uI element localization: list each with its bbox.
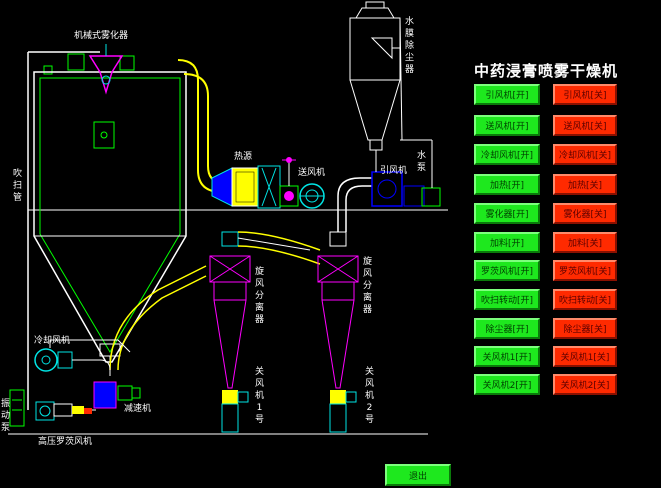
- heat-source: [211, 165, 281, 209]
- dust-removal-on-button[interactable]: 除尘器[开]: [474, 318, 540, 339]
- air-lock-2-off-button[interactable]: 关风机2[关]: [553, 374, 617, 395]
- label-water-film-dust-collector: 水膜除尘器: [404, 17, 414, 75]
- sweep-pipe-fitting: [43, 65, 53, 75]
- vibration-pump: [9, 389, 25, 427]
- supply-fan-off-button[interactable]: 送风机[关]: [553, 115, 617, 136]
- heating-on-button[interactable]: 加热[开]: [474, 174, 540, 195]
- induced-fan-off-button[interactable]: 引风机[关]: [553, 84, 617, 105]
- atomizer-off-button[interactable]: 雾化器[关]: [553, 203, 617, 224]
- air-lock-2-on-button[interactable]: 关风机2[开]: [474, 374, 540, 395]
- label-vibration-pump: 振动泵: [0, 399, 10, 433]
- label-reducer: 减速机: [124, 404, 152, 414]
- roots-blower-off-button[interactable]: 罗茨风机[关]: [553, 260, 617, 281]
- roots-blower-on-button[interactable]: 罗茨风机[开]: [474, 260, 540, 281]
- label-atomizer: 机械式雾化器: [74, 31, 129, 41]
- air-lock-2: [329, 390, 357, 433]
- dust-removal-off-button[interactable]: 除尘器[关]: [553, 318, 617, 339]
- cooling-fan-off-button[interactable]: 冷却风机[关]: [553, 144, 617, 165]
- supply-fan-on-button[interactable]: 送风机[开]: [474, 115, 540, 136]
- label-supply-fan: 送风机: [298, 168, 326, 178]
- induced-fan-on-button[interactable]: 引风机[开]: [474, 84, 540, 105]
- label-cooling-fan: 冷却风机: [34, 336, 71, 346]
- label-roots-blower: 高压罗茨风机: [38, 437, 93, 447]
- label-induced-fan: 引风机: [380, 166, 408, 176]
- atomizer: [67, 44, 135, 95]
- label-air-lock-2: 关风机2号: [364, 367, 374, 425]
- feeding-off-button[interactable]: 加料[关]: [553, 232, 617, 253]
- heating-off-button[interactable]: 加热[关]: [553, 174, 617, 195]
- feeding-on-button[interactable]: 加料[开]: [474, 232, 540, 253]
- water-film-dust-collector: [349, 1, 403, 141]
- label-water-pump: 水泵: [416, 151, 426, 173]
- exit-button[interactable]: 退出: [385, 464, 451, 486]
- label-air-lock-1: 关风机1号: [254, 367, 264, 425]
- roots-blower: [35, 401, 96, 421]
- sweep-rotation-off-button[interactable]: 吹扫转动[关]: [553, 289, 617, 310]
- cyclone-separator-1: [209, 231, 321, 389]
- air-lock-1: [221, 390, 249, 433]
- sweep-pipe: [27, 51, 100, 410]
- air-lock-1-off-button[interactable]: 关风机1[关]: [553, 346, 617, 367]
- product-duct-to-cyclone1: [109, 265, 207, 371]
- label-cyclone-separator-2: 旋风分离器: [362, 257, 372, 315]
- label-cyclone-separator-1: 旋风分离器: [254, 267, 264, 325]
- sweep-rotation-on-button[interactable]: 吹扫转动[开]: [474, 289, 540, 310]
- label-heat-source: 热源: [234, 152, 253, 162]
- supply-fan: [279, 157, 325, 209]
- page-title: 中药浸膏喷雾干燥机: [474, 62, 619, 80]
- label-sweep-pipe: 吹扫管: [12, 169, 22, 203]
- cooling-fan-on-button[interactable]: 冷却风机[开]: [474, 144, 540, 165]
- atomizer-on-button[interactable]: 雾化器[开]: [474, 203, 540, 224]
- drying-tower: [33, 71, 187, 376]
- air-lock-1-on-button[interactable]: 关风机1[开]: [474, 346, 540, 367]
